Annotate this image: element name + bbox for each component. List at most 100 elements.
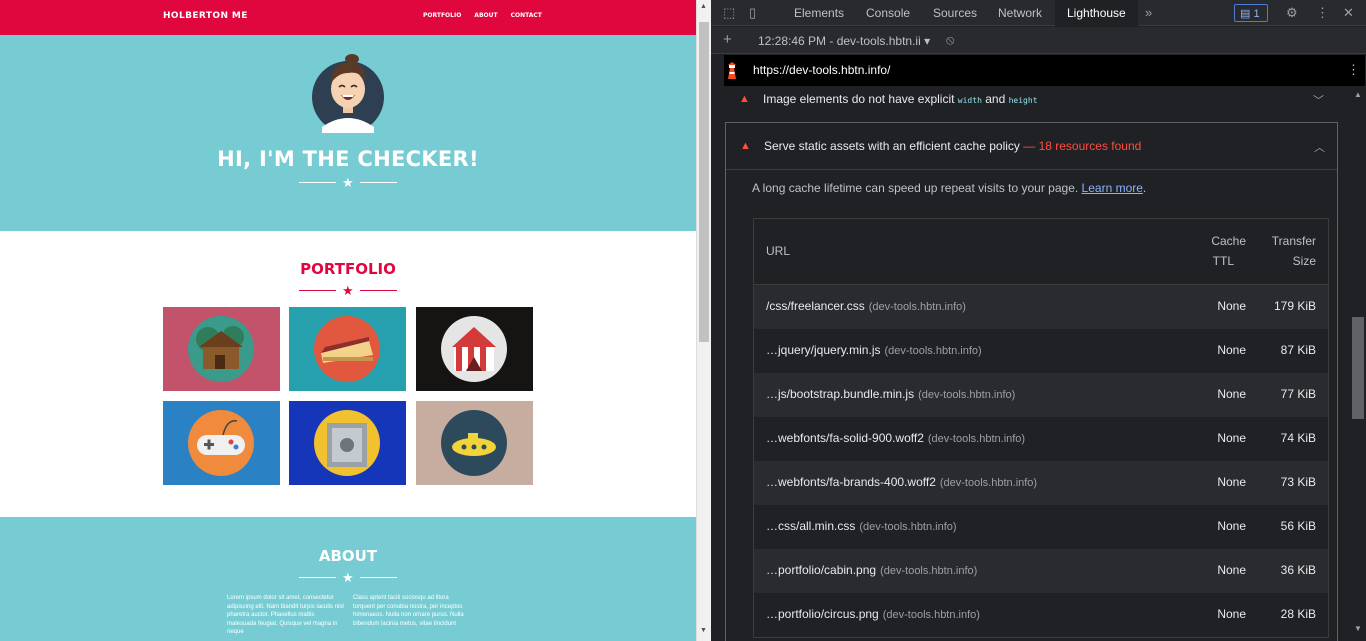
- cache-ttl: None: [1217, 607, 1246, 621]
- nav-link-about[interactable]: ABOUT: [474, 12, 497, 19]
- cake-icon: [289, 307, 406, 391]
- report-url: https://dev-tools.hbtn.info/: [753, 63, 891, 77]
- table-row[interactable]: …webfonts/fa-solid-900.woff2 (dev-tools.h…: [754, 417, 1328, 461]
- kebab-menu-icon[interactable]: ⋮: [1316, 6, 1329, 19]
- nav-link-portfolio[interactable]: PORTFOLIO: [423, 12, 461, 19]
- table-row[interactable]: …jquery/jquery.min.js (dev-tools.hbtn.inf…: [754, 329, 1328, 373]
- avatar: [312, 54, 384, 133]
- nav-link-contact[interactable]: CONTACT: [511, 12, 542, 19]
- chevron-down-icon[interactable]: ﹀: [1313, 92, 1324, 108]
- audit-description: A long cache lifetime can speed up repea…: [752, 181, 1147, 195]
- table-header: URL Cache TTL Transfer Size: [754, 219, 1328, 285]
- cache-ttl: None: [1217, 563, 1246, 577]
- resource-url[interactable]: …webfonts/fa-brands-400.woff2 (dev-tools.…: [766, 475, 1037, 489]
- transfer-size: 87 KiB: [1280, 343, 1316, 357]
- resource-url[interactable]: /css/freelancer.css (dev-tools.hbtn.info): [766, 299, 966, 313]
- new-report-plus-icon[interactable]: +: [723, 32, 732, 47]
- resource-url[interactable]: …jquery/jquery.min.js (dev-tools.hbtn.inf…: [766, 343, 982, 357]
- report-menu-icon[interactable]: ⋮: [1347, 63, 1360, 76]
- scroll-down-icon[interactable]: ▼: [1354, 624, 1362, 633]
- portfolio-item-cabin[interactable]: [163, 307, 280, 391]
- col-transfer-size-2: Size: [1292, 254, 1316, 268]
- resource-url[interactable]: …portfolio/cabin.png (dev-tools.hbtn.info…: [766, 563, 977, 577]
- table-row[interactable]: …portfolio/circus.png (dev-tools.hbtn.inf…: [754, 593, 1328, 637]
- site-scrollbar-thumb[interactable]: [699, 22, 709, 342]
- report-selector[interactable]: 12:28:46 PM - dev-tools.hbtn.ii ▾: [758, 34, 930, 48]
- tab-lighthouse[interactable]: Lighthouse: [1055, 0, 1138, 26]
- table-row[interactable]: …webfonts/fa-brands-400.woff2 (dev-tools.…: [754, 461, 1328, 505]
- about-text-right: Class aptent taciti sociosqu ad litora t…: [353, 595, 464, 627]
- clear-all-icon[interactable]: ⦸: [946, 33, 954, 46]
- close-icon[interactable]: ✕: [1343, 6, 1354, 19]
- resource-host: (dev-tools.hbtn.info): [927, 433, 1026, 445]
- scroll-down-icon[interactable]: ▼: [700, 627, 707, 634]
- table-row[interactable]: /css/freelancer.css (dev-tools.hbtn.info)…: [754, 285, 1328, 329]
- site-scrollbar[interactable]: ▲ ▼: [696, 0, 711, 641]
- table-row[interactable]: …portfolio/cabin.png (dev-tools.hbtn.info…: [754, 549, 1328, 593]
- safe-icon: [289, 401, 406, 485]
- message-icon: ▤: [1240, 8, 1251, 20]
- scroll-up-icon[interactable]: ▲: [700, 3, 707, 10]
- cache-ttl: None: [1217, 343, 1246, 357]
- resource-host: (dev-tools.hbtn.info): [882, 609, 980, 621]
- messages-badge[interactable]: ▤ 1: [1234, 4, 1268, 22]
- portfolio-item-safe[interactable]: [289, 401, 406, 485]
- transfer-size: 74 KiB: [1280, 431, 1316, 445]
- resource-host: (dev-tools.hbtn.info): [880, 565, 978, 577]
- resource-host: (dev-tools.hbtn.info): [859, 521, 957, 533]
- device-toolbar-icon[interactable]: ▯: [749, 6, 756, 19]
- inspect-element-icon[interactable]: ⬚: [723, 6, 735, 19]
- col-url: URL: [766, 244, 791, 258]
- hero-title: HI, I'M THE CHECKER!: [217, 147, 479, 171]
- devtools-scrollbar[interactable]: ▲ ▼: [1351, 86, 1366, 641]
- tab-console[interactable]: Console: [866, 6, 910, 20]
- col-cache-ttl-2: TTL: [1212, 254, 1234, 268]
- resources-found: — 18 resources found: [1023, 139, 1142, 153]
- scroll-up-icon[interactable]: ▲: [1354, 90, 1362, 99]
- cache-ttl: None: [1217, 299, 1246, 313]
- about-divider: ★: [299, 571, 397, 584]
- tab-sources[interactable]: Sources: [933, 6, 977, 20]
- resource-url[interactable]: …css/all.min.css (dev-tools.hbtn.info): [766, 519, 957, 533]
- star-icon: ★: [342, 283, 354, 298]
- resource-host: (dev-tools.hbtn.info): [939, 477, 1038, 489]
- resource-host: (dev-tools.hbtn.info): [918, 389, 1016, 401]
- portfolio-item-cake[interactable]: [289, 307, 406, 391]
- portfolio-item-submarine[interactable]: [416, 401, 533, 485]
- game-controller-icon: [163, 401, 280, 485]
- portfolio-divider: ★: [299, 284, 397, 297]
- resource-url[interactable]: …webfonts/fa-solid-900.woff2 (dev-tools.h…: [766, 431, 1025, 445]
- more-tabs-icon[interactable]: »: [1145, 6, 1152, 19]
- resource-url[interactable]: …js/bootstrap.bundle.min.js (dev-tools.hb…: [766, 387, 1015, 401]
- audit-title: Serve static assets with an efficient ca…: [764, 139, 1142, 153]
- col-cache-ttl-1: Cache: [1211, 234, 1246, 248]
- devtools-tabbar: ⬚ ▯ Elements Console Sources Network Lig…: [711, 0, 1366, 26]
- col-transfer-size-1: Transfer: [1271, 234, 1316, 248]
- portfolio-item-game[interactable]: [163, 401, 280, 485]
- cache-ttl: None: [1217, 475, 1246, 489]
- learn-more-link[interactable]: Learn more: [1082, 181, 1143, 195]
- dropdown-caret-icon: ▾: [924, 34, 931, 48]
- resources-table: URL Cache TTL Transfer Size /css/freelan…: [753, 218, 1329, 638]
- cache-ttl: None: [1217, 387, 1246, 401]
- audit-image-dimensions[interactable]: ▲ Image elements do not have explicit wi…: [725, 86, 1337, 122]
- transfer-size: 28 KiB: [1280, 607, 1316, 621]
- transfer-size: 56 KiB: [1280, 519, 1316, 533]
- tab-network[interactable]: Network: [998, 6, 1042, 20]
- table-row[interactable]: …css/all.min.css (dev-tools.hbtn.info) Non…: [754, 505, 1328, 549]
- star-icon: ★: [342, 175, 354, 190]
- about-section: ABOUT ★ Lorem ipsum dolor sit amet, cons…: [0, 517, 696, 641]
- resource-url[interactable]: …portfolio/circus.png (dev-tools.hbtn.inf…: [766, 607, 980, 621]
- table-row[interactable]: …js/bootstrap.bundle.min.js (dev-tools.hb…: [754, 373, 1328, 417]
- transfer-size: 77 KiB: [1280, 387, 1316, 401]
- masthead: HI, I'M THE CHECKER! ★: [0, 35, 696, 231]
- chevron-up-icon[interactable]: ︿: [1314, 139, 1325, 155]
- tab-elements[interactable]: Elements: [794, 6, 844, 20]
- portfolio-item-circus[interactable]: [416, 307, 533, 391]
- devtools-scrollbar-thumb[interactable]: [1352, 317, 1364, 419]
- settings-gear-icon[interactable]: ⚙: [1286, 6, 1298, 19]
- transfer-size: 36 KiB: [1280, 563, 1316, 577]
- devtools-panel: ⬚ ▯ Elements Console Sources Network Lig…: [711, 0, 1366, 641]
- audit-header[interactable]: ▲ Serve static assets with an efficient …: [726, 123, 1337, 170]
- site-brand[interactable]: HOLBERTON ME: [163, 11, 248, 21]
